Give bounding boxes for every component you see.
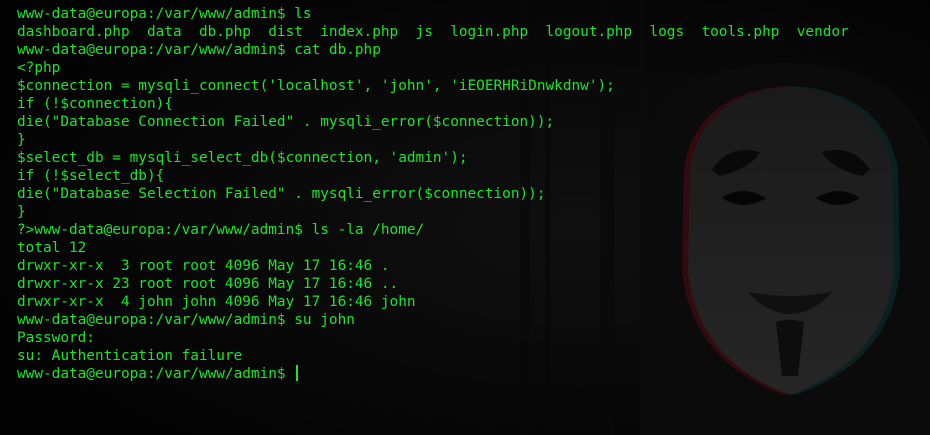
terminal-line: total 12 — [17, 239, 849, 257]
line-text: www-data@europa:/var/www/admin$ ls — [17, 6, 312, 22]
terminal-line: Password: — [17, 329, 849, 347]
line-text: su: Authentication failure — [17, 348, 243, 364]
line-text: } — [17, 132, 26, 148]
line-text: die("Database Selection Failed" . mysqli… — [17, 186, 546, 202]
terminal-line: $connection = mysqli_connect('localhost'… — [17, 77, 849, 95]
terminal-line: www-data@europa:/var/www/admin$ cat db.p… — [17, 41, 849, 59]
line-text: if (!$select_db){ — [17, 168, 165, 184]
line-text: total 12 — [17, 240, 87, 256]
terminal-line: $select_db = mysqli_select_db($connectio… — [17, 149, 849, 167]
prompt-text: www-data@europa:/var/www/admin$ — [17, 366, 295, 382]
line-text: } — [17, 204, 26, 220]
terminal-output: www-data@europa:/var/www/admin$ ls dashbo… — [17, 5, 849, 383]
line-text: drwxr-xr-x 3 root root 4096 May 17 16:46… — [17, 258, 390, 274]
line-text: <?php — [17, 60, 61, 76]
terminal-line: } — [17, 131, 849, 149]
line-text: $select_db = mysqli_select_db($connectio… — [17, 150, 468, 166]
line-text: dashboard.php data db.php dist index.php… — [17, 24, 849, 40]
line-text: drwxr-xr-x 4 john john 4096 May 17 16:46… — [17, 294, 416, 310]
terminal-line: ?>www-data@europa:/var/www/admin$ ls -la… — [17, 221, 849, 239]
terminal-line: die("Database Connection Failed" . mysql… — [17, 113, 849, 131]
terminal-line: www-data@europa:/var/www/admin$ ls — [17, 5, 849, 23]
line-text: www-data@europa:/var/www/admin$ su john — [17, 312, 355, 328]
command-prompt-line: www-data@europa:/var/www/admin$ — [17, 365, 849, 383]
terminal-line: if (!$select_db){ — [17, 167, 849, 185]
line-text: die("Database Connection Failed" . mysql… — [17, 114, 555, 130]
terminal-line: if (!$connection){ — [17, 95, 849, 113]
terminal-window[interactable]: www-data@europa:/var/www/admin$ ls dashbo… — [0, 0, 930, 435]
terminal-line: die("Database Selection Failed" . mysqli… — [17, 185, 849, 203]
line-text: if (!$connection){ — [17, 96, 173, 112]
terminal-line: dashboard.php data db.php dist index.php… — [17, 23, 849, 41]
line-text: $connection = mysqli_connect('localhost'… — [17, 78, 615, 94]
terminal-line: drwxr-xr-x 3 root root 4096 May 17 16:46… — [17, 257, 849, 275]
terminal-line: <?php — [17, 59, 849, 77]
terminal-line: } — [17, 203, 849, 221]
line-text: www-data@europa:/var/www/admin$ cat db.p… — [17, 42, 381, 58]
text-cursor[interactable] — [296, 365, 299, 381]
terminal-line: su: Authentication failure — [17, 347, 849, 365]
line-text: ?>www-data@europa:/var/www/admin$ ls -la… — [17, 222, 425, 238]
terminal-line: drwxr-xr-x 4 john john 4096 May 17 16:46… — [17, 293, 849, 311]
line-text: Password: — [17, 330, 95, 346]
line-text: drwxr-xr-x 23 root root 4096 May 17 16:4… — [17, 276, 399, 292]
terminal-line: drwxr-xr-x 23 root root 4096 May 17 16:4… — [17, 275, 849, 293]
terminal-line: www-data@europa:/var/www/admin$ su john — [17, 311, 849, 329]
